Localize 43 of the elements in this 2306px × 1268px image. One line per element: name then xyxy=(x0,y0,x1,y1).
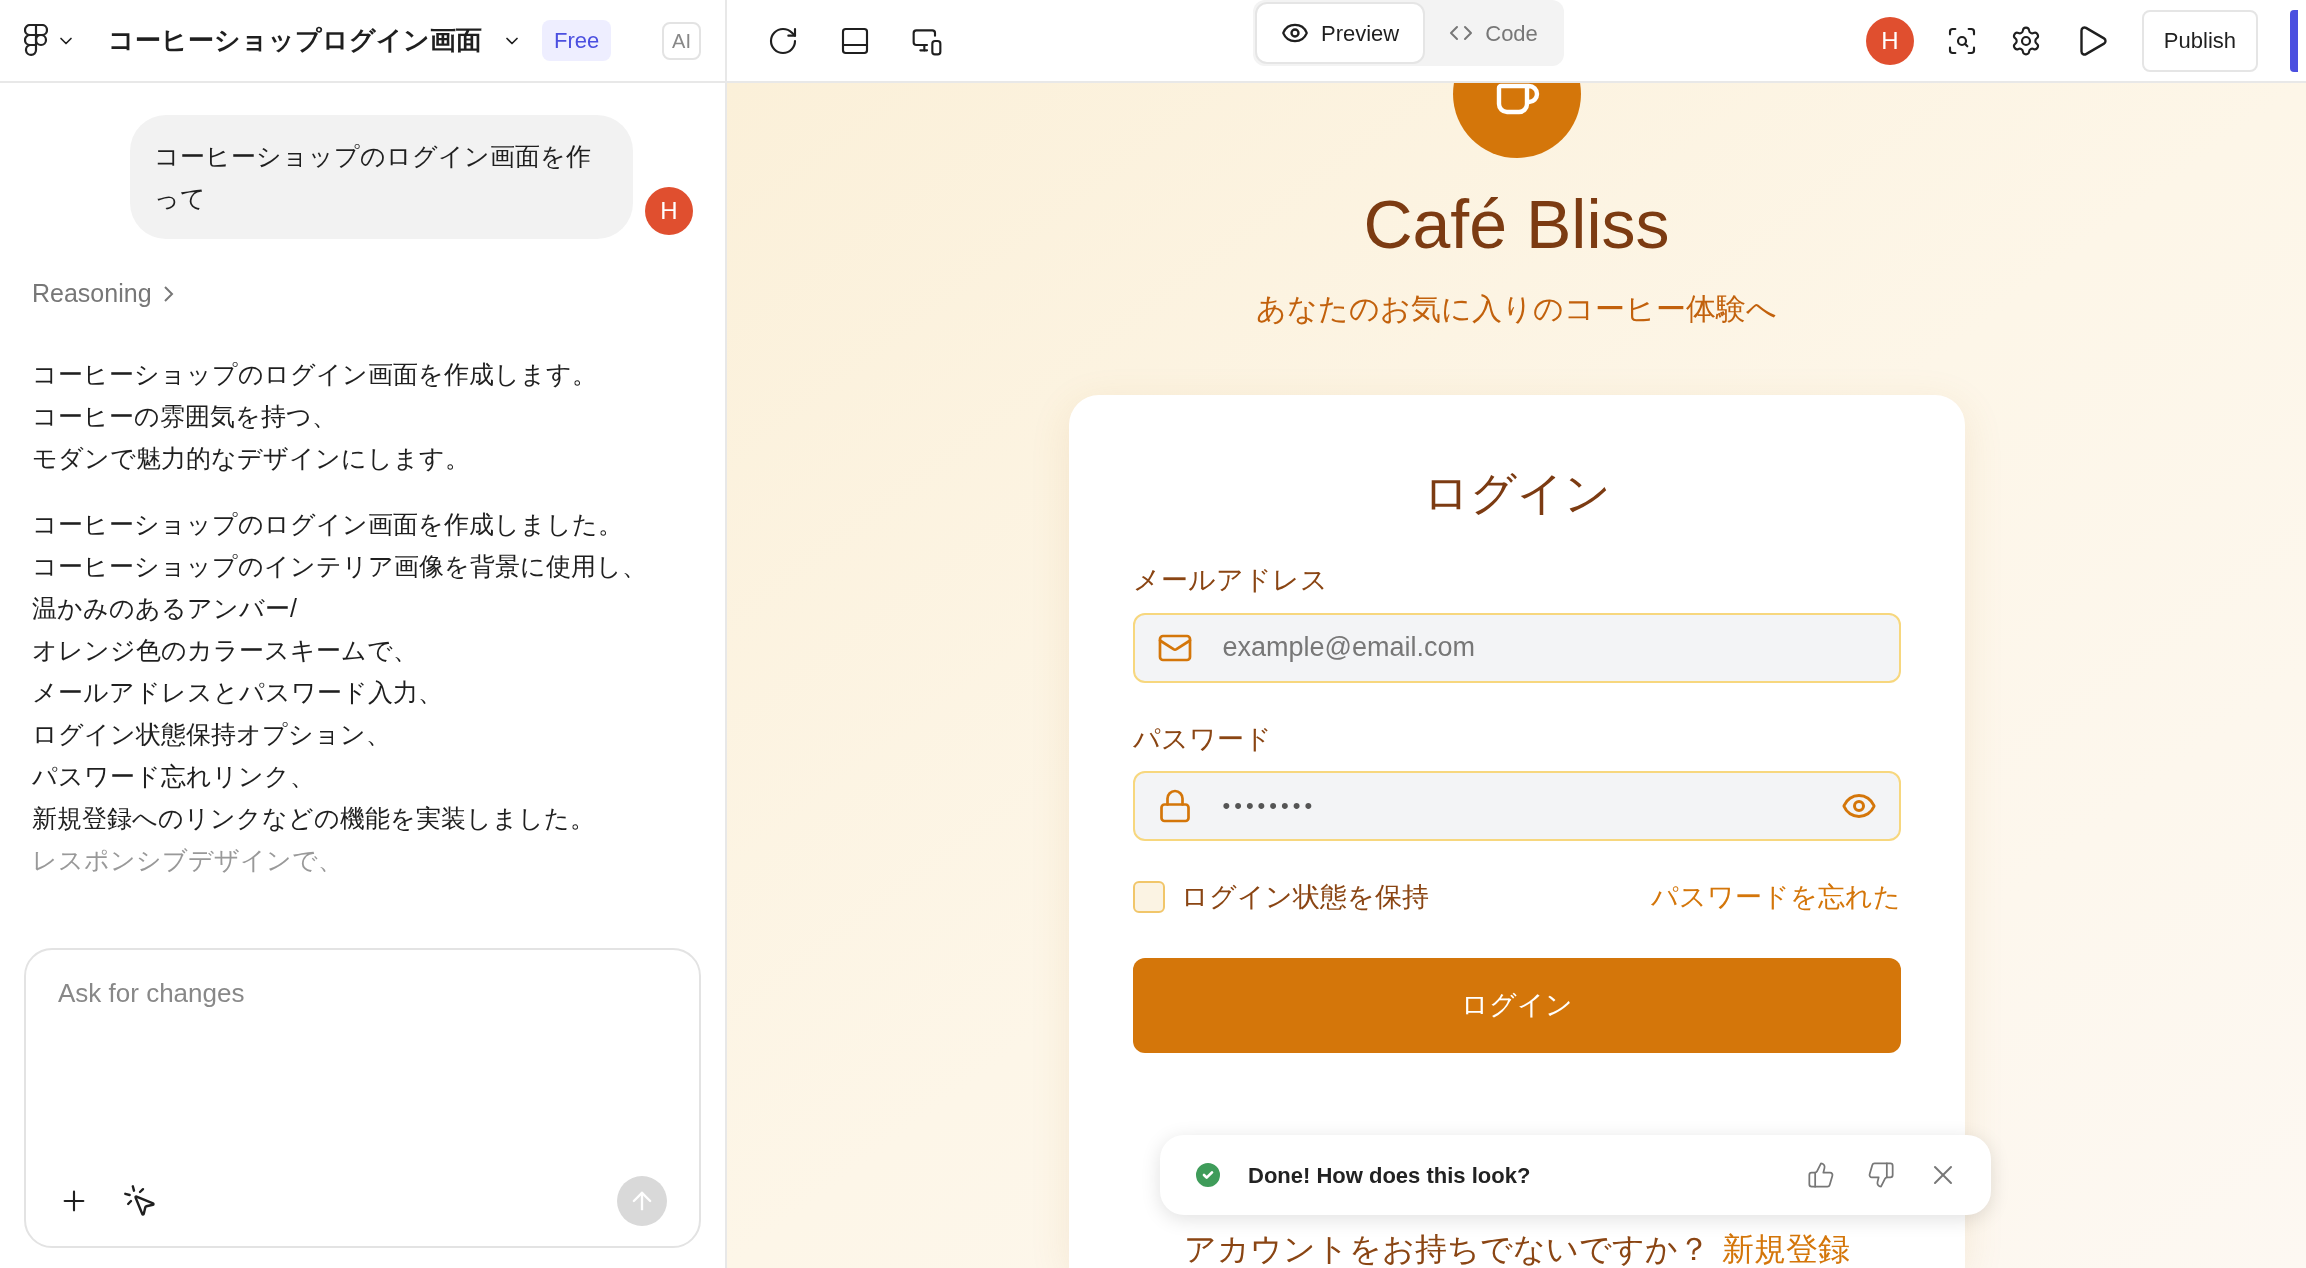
response-text: コーヒーの雰囲気を持つ、 xyxy=(32,400,338,432)
message-field[interactable]: Ask for changes xyxy=(58,974,667,1013)
response-text: コーヒーショップのインテリア画像を背景に使用し、 xyxy=(32,550,648,582)
user-message: コーヒーショップのログイン画面を作って xyxy=(130,115,633,239)
field-label: メールアドレス xyxy=(1132,564,1329,597)
signup-prompt: アカウントをお持ちでないですか？ xyxy=(1183,1230,1710,1267)
brand-title: Café Bliss xyxy=(1363,190,1670,258)
project-title: コーヒーショップログイン画面 xyxy=(108,24,482,57)
forgot-password-link[interactable]: パスワードを忘れた xyxy=(1650,877,1901,918)
thumbs-down-icon[interactable] xyxy=(1867,1161,1895,1189)
view-tab[interactable]: Code xyxy=(1425,2,1562,64)
plan-badge: Free xyxy=(542,20,612,61)
card-title: ログイン xyxy=(1421,466,1612,521)
email-field[interactable]: example@email.com xyxy=(1132,612,1901,683)
response-text: パスワード忘れリンク、 xyxy=(32,760,316,792)
response-text: コーヒーショップのログイン画面を作成しました。 xyxy=(32,508,624,540)
ai-toggle[interactable]: AI xyxy=(662,21,701,60)
response-text: モダンで魅力的なデザインにします。 xyxy=(32,442,471,474)
reasoning-toggle[interactable]: Reasoning xyxy=(24,275,182,313)
remember-checkbox[interactable] xyxy=(1132,881,1165,914)
password-field[interactable]: •••••••• xyxy=(1132,771,1901,841)
chat-input[interactable]: Ask for changes xyxy=(24,948,701,1248)
toast-message: Done! How does this look? xyxy=(1248,1161,1531,1190)
response-text: メールアドレスとパスワード入力、 xyxy=(32,676,444,708)
response-text: コーヒーショップのログイン画面を作成します。 xyxy=(32,358,598,390)
response-text: 新規登録へのリンクなどの機能を実装しました。 xyxy=(32,802,596,834)
panel-edge xyxy=(2290,9,2298,72)
user-avatar: H xyxy=(645,187,693,235)
pointer-click-icon[interactable] xyxy=(122,1183,158,1219)
remember-label: ログイン状態を保持 xyxy=(1180,881,1429,914)
response-text: ログイン状態保持オプション、 xyxy=(32,718,392,750)
publish-button[interactable]: Publish xyxy=(2141,9,2258,72)
logo-icon xyxy=(24,23,48,58)
response-text: レスポンシブデザインで、 xyxy=(32,844,344,876)
view-tab[interactable]: Preview xyxy=(1255,2,1426,64)
signup-link[interactable]: 新規登録 xyxy=(1721,1230,1850,1267)
response-text: 温かみのあるアンバー/ xyxy=(32,592,298,624)
user-avatar[interactable]: H xyxy=(1865,16,1914,65)
field-label: パスワード xyxy=(1132,722,1273,756)
response-text: オレンジ色のカラースキームで、 xyxy=(32,634,419,666)
thumbs-up-icon[interactable] xyxy=(1807,1161,1835,1189)
tagline: あなたのお気に入りのコーヒー体験へ xyxy=(1256,291,1777,327)
login-button[interactable]: ログイン xyxy=(1132,957,1901,1053)
